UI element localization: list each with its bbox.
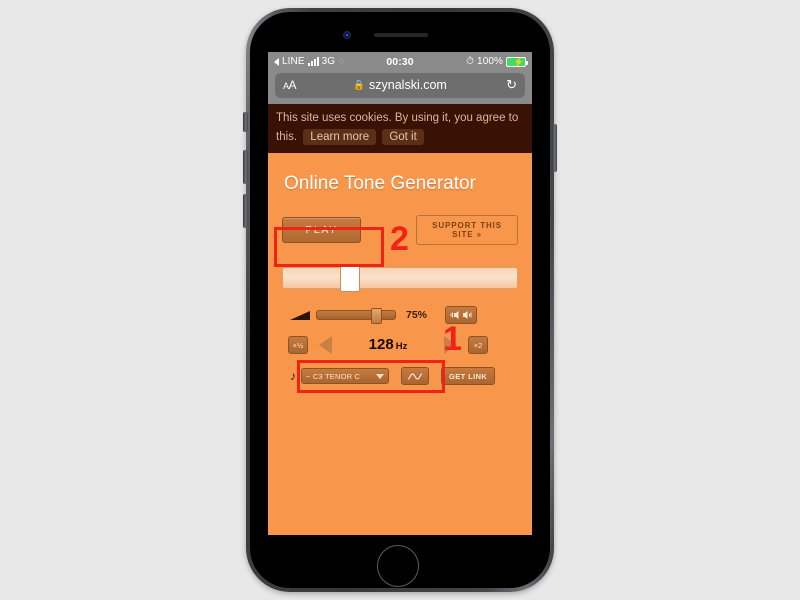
note-select[interactable]: ~ C3 TENOR C [301,368,389,384]
ios-status-bar: LINE 3G ◌ 00:30 ⏱ 100% ⚡ [268,52,532,71]
music-note-icon: ♪ [290,369,296,383]
signal-strength-icon [307,57,319,66]
volume-wedge-icon [290,310,310,320]
text-size-button[interactable]: AA [283,78,297,92]
phone-screen: LINE 3G ◌ 00:30 ⏱ 100% ⚡ AA 🔒 szynalski.… [268,52,532,535]
url-field[interactable]: AA 🔒 szynalski.com ↻ [275,72,525,98]
pitch-slider-thumb[interactable] [339,266,360,292]
silent-switch[interactable] [243,112,248,132]
home-button[interactable] [377,545,419,587]
volume-down-button[interactable] [243,194,248,228]
back-to-app-arrow-icon[interactable] [274,57,279,66]
frequency-unit: Hz [395,341,408,352]
charging-bolt-icon: ⚡ [513,56,525,67]
play-button[interactable]: PLAY [282,217,362,243]
half-frequency-button[interactable]: ×½ [288,336,308,354]
network-type-label: 3G [321,56,336,67]
volume-row: 75% [282,306,518,324]
note-row: ♪ ~ C3 TENOR C GET LINK [282,367,518,385]
triangle-left-icon[interactable] [319,336,332,354]
lock-icon: 🔒 [353,79,366,91]
url-text: szynalski.com [369,78,447,92]
battery-charging-icon: ⚡ [506,56,529,67]
annotation-step-1: 1 [443,320,462,358]
carrier-label: LINE [282,56,305,67]
status-bar-left: LINE 3G ◌ [274,56,386,67]
frequency-stepper: 128 Hz [313,336,463,354]
sine-wave-icon[interactable] [401,367,429,385]
volume-percent-label: 75% [406,309,428,321]
annotation-step-2: 2 [390,220,409,258]
activity-spinner-icon: ◌ [338,56,345,67]
frequency-row: ×½ 128 Hz ×2 [282,336,518,354]
double-frequency-button[interactable]: ×2 [468,336,488,354]
chevron-down-icon [376,373,384,379]
safari-address-bar: AA 🔒 szynalski.com ↻ [268,71,532,104]
alarm-clock-icon: ⏱ [466,56,475,67]
cookie-consent-banner: This site uses cookies. By using it, you… [268,104,532,153]
support-this-site-button[interactable]: SUPPORT THIS SITE » [416,215,518,245]
page-title: Online Tone Generator [284,173,476,194]
tone-generator-page: Online Tone Generator PLAY SUPPORT THIS … [268,153,532,535]
battery-percent-label: 100% [477,56,504,67]
volume-slider[interactable] [316,308,396,324]
note-select-label: ~ C3 TENOR C [306,371,361,381]
frequency-value: 128 [368,336,394,353]
status-bar-right: ⏱ 100% ⚡ [414,56,529,67]
earpiece-speaker [374,33,428,37]
get-link-button[interactable]: GET LINK [441,367,496,385]
pitch-slider[interactable] [282,266,518,292]
volume-slider-thumb[interactable] [370,308,382,324]
learn-more-button[interactable]: Learn more [303,128,377,145]
power-button[interactable] [552,124,557,172]
front-camera [343,31,351,39]
reload-icon[interactable]: ↻ [506,77,517,93]
volume-up-button[interactable] [243,150,248,184]
got-it-button[interactable]: Got it [382,128,424,145]
clock-label: 00:30 [386,55,414,68]
frequency-readout: 128 Hz [369,336,408,354]
